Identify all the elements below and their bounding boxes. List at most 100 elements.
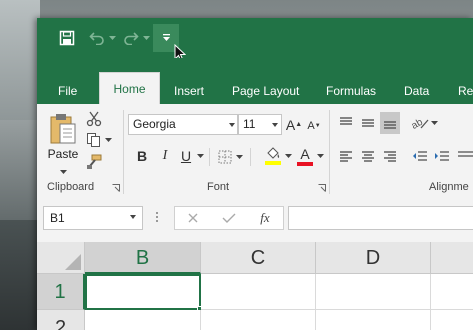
increase-indent-button[interactable] bbox=[433, 148, 451, 166]
cell-b2[interactable] bbox=[85, 310, 201, 330]
cancel-icon bbox=[188, 213, 198, 223]
redo-icon bbox=[124, 32, 139, 45]
font-color-button[interactable]: A bbox=[295, 144, 315, 168]
align-center-button[interactable] bbox=[359, 148, 377, 166]
font-size-value: 11 bbox=[243, 117, 256, 131]
tab-data[interactable]: Data bbox=[404, 78, 429, 104]
font-color-swatch bbox=[297, 162, 313, 166]
chevron-down-icon[interactable] bbox=[317, 154, 324, 159]
clipboard-icon bbox=[50, 114, 76, 144]
name-box[interactable]: B1 bbox=[43, 206, 143, 230]
row-header-2[interactable]: 2 bbox=[37, 310, 85, 330]
ribbon-tabs: File Home Insert Page Layout Formulas Da… bbox=[37, 58, 473, 104]
undo-icon bbox=[89, 32, 104, 45]
redo-dropdown[interactable] bbox=[141, 24, 151, 52]
row-header-1[interactable]: 1 bbox=[37, 274, 85, 310]
align-right-button[interactable] bbox=[381, 148, 399, 166]
bold-button[interactable]: B bbox=[133, 146, 151, 166]
chevron-down-icon bbox=[105, 137, 112, 142]
insert-function-button[interactable]: fx bbox=[255, 209, 275, 227]
cut-button[interactable] bbox=[85, 110, 103, 128]
font-size-box[interactable]: 11 bbox=[238, 114, 282, 135]
column-header-b[interactable]: B bbox=[85, 242, 201, 274]
orientation-button[interactable]: ab bbox=[409, 112, 439, 134]
align-left-button[interactable] bbox=[337, 148, 355, 166]
tab-review[interactable]: Re bbox=[458, 78, 473, 104]
select-all-icon bbox=[65, 254, 81, 270]
tab-insert[interactable]: Insert bbox=[174, 78, 204, 104]
shrink-font-button[interactable]: A ▼ bbox=[306, 116, 322, 135]
top-align-button[interactable] bbox=[337, 114, 355, 132]
cell-c2[interactable] bbox=[201, 310, 316, 330]
chevron-down-icon bbox=[229, 123, 235, 127]
divider bbox=[209, 148, 210, 166]
divider bbox=[250, 148, 251, 166]
select-all-button[interactable] bbox=[37, 242, 85, 274]
bottom-align-icon bbox=[384, 121, 396, 129]
column-header-next[interactable] bbox=[431, 242, 473, 274]
undo-dropdown[interactable] bbox=[107, 24, 117, 52]
cell-e1[interactable] bbox=[431, 274, 473, 310]
decrease-indent-button[interactable] bbox=[411, 148, 429, 166]
shrink-font-icon: A bbox=[307, 119, 315, 132]
dialog-launcher-icon[interactable] bbox=[318, 184, 326, 192]
wrap-text-button[interactable] bbox=[457, 148, 473, 166]
tab-formulas[interactable]: Formulas bbox=[326, 78, 376, 104]
text-orientation-icon: ab bbox=[411, 117, 428, 131]
chevron-down-icon[interactable] bbox=[285, 154, 292, 159]
wrap-text-icon bbox=[458, 151, 473, 157]
desktop-ground bbox=[0, 220, 40, 330]
italic-button[interactable]: I bbox=[156, 146, 174, 166]
chevron-down-icon bbox=[142, 35, 150, 40]
tab-page-layout[interactable]: Page Layout bbox=[232, 78, 299, 104]
fill-color-button[interactable] bbox=[258, 144, 288, 168]
cell-e2[interactable] bbox=[431, 310, 473, 330]
cancel-button[interactable] bbox=[185, 210, 201, 226]
cell-c1[interactable] bbox=[201, 274, 316, 310]
align-center-icon bbox=[362, 151, 374, 162]
save-button[interactable] bbox=[55, 24, 79, 52]
undo-button[interactable] bbox=[87, 24, 107, 52]
decrease-indent-icon bbox=[413, 151, 427, 161]
enter-button[interactable] bbox=[221, 210, 237, 226]
cell-d1[interactable] bbox=[316, 274, 431, 310]
font-name-value: Georgia bbox=[133, 117, 176, 131]
middle-align-button[interactable] bbox=[359, 114, 377, 132]
cell-d2[interactable] bbox=[316, 310, 431, 330]
title-bar bbox=[37, 18, 473, 62]
chevron-down-icon bbox=[60, 170, 67, 174]
chevron-down-icon bbox=[430, 120, 438, 125]
dialog-launcher-icon[interactable] bbox=[112, 184, 120, 192]
borders-button[interactable] bbox=[215, 148, 245, 166]
scissors-icon bbox=[86, 111, 102, 127]
format-painter-button[interactable] bbox=[85, 153, 103, 171]
tab-home[interactable]: Home bbox=[99, 72, 160, 104]
bottom-align-button[interactable] bbox=[380, 112, 400, 134]
group-divider bbox=[123, 110, 124, 194]
customize-qat-icon bbox=[162, 34, 170, 41]
column-header-d[interactable]: D bbox=[316, 242, 431, 274]
paste-label: Paste bbox=[47, 147, 79, 161]
splitter-handle[interactable] bbox=[156, 210, 159, 226]
middle-align-icon bbox=[362, 119, 374, 127]
underline-button[interactable]: U bbox=[177, 146, 195, 166]
worksheet-grid: B C D 1 2 bbox=[37, 242, 473, 330]
chevron-down-icon[interactable] bbox=[197, 154, 204, 159]
cell-b1[interactable] bbox=[85, 274, 201, 310]
formula-input[interactable] bbox=[288, 206, 473, 230]
clipboard-group-label: Clipboard bbox=[47, 181, 95, 193]
fill-color-swatch bbox=[265, 161, 281, 165]
grow-font-button[interactable]: A ▲ bbox=[286, 114, 302, 135]
chevron-down-icon bbox=[272, 123, 278, 127]
tab-file[interactable]: File bbox=[58, 78, 77, 104]
paste-button[interactable]: Paste bbox=[47, 110, 79, 164]
align-left-icon bbox=[340, 151, 352, 162]
enter-icon bbox=[222, 213, 236, 223]
font-name-box[interactable]: Georgia bbox=[128, 114, 238, 135]
chevron-down-icon bbox=[130, 215, 136, 219]
paint-bucket-icon bbox=[267, 147, 280, 159]
column-header-c[interactable]: C bbox=[201, 242, 316, 274]
copy-button[interactable] bbox=[85, 131, 113, 149]
increase-indent-icon bbox=[435, 151, 449, 161]
redo-button[interactable] bbox=[121, 24, 141, 52]
